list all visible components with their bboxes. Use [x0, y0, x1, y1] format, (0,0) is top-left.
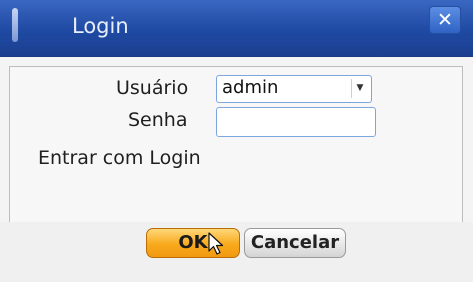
mouse-pointer-icon [208, 232, 224, 255]
password-label: Senha [128, 109, 188, 131]
user-select[interactable]: admin ▼ [216, 75, 372, 103]
login-mode-text: Entrar com Login [38, 147, 201, 169]
title-bar[interactable]: Login ✕ [0, 0, 473, 57]
dialog-title: Login [72, 14, 129, 38]
login-form-panel: Usuário admin ▼ Senha Entrar com Login [9, 66, 463, 224]
login-dialog: Login ✕ Usuário admin ▼ Senha Entrar com… [0, 0, 473, 282]
cancel-button[interactable]: Cancelar [244, 228, 346, 258]
password-field[interactable] [216, 107, 376, 137]
ok-button[interactable]: OK [146, 228, 240, 258]
title-grip [12, 8, 18, 42]
close-icon[interactable]: ✕ [429, 6, 461, 34]
user-label: Usuário [116, 77, 189, 99]
button-bar: OK Cancelar [0, 222, 473, 282]
chevron-down-icon[interactable]: ▼ [351, 79, 368, 98]
user-select-value: admin [222, 77, 279, 98]
